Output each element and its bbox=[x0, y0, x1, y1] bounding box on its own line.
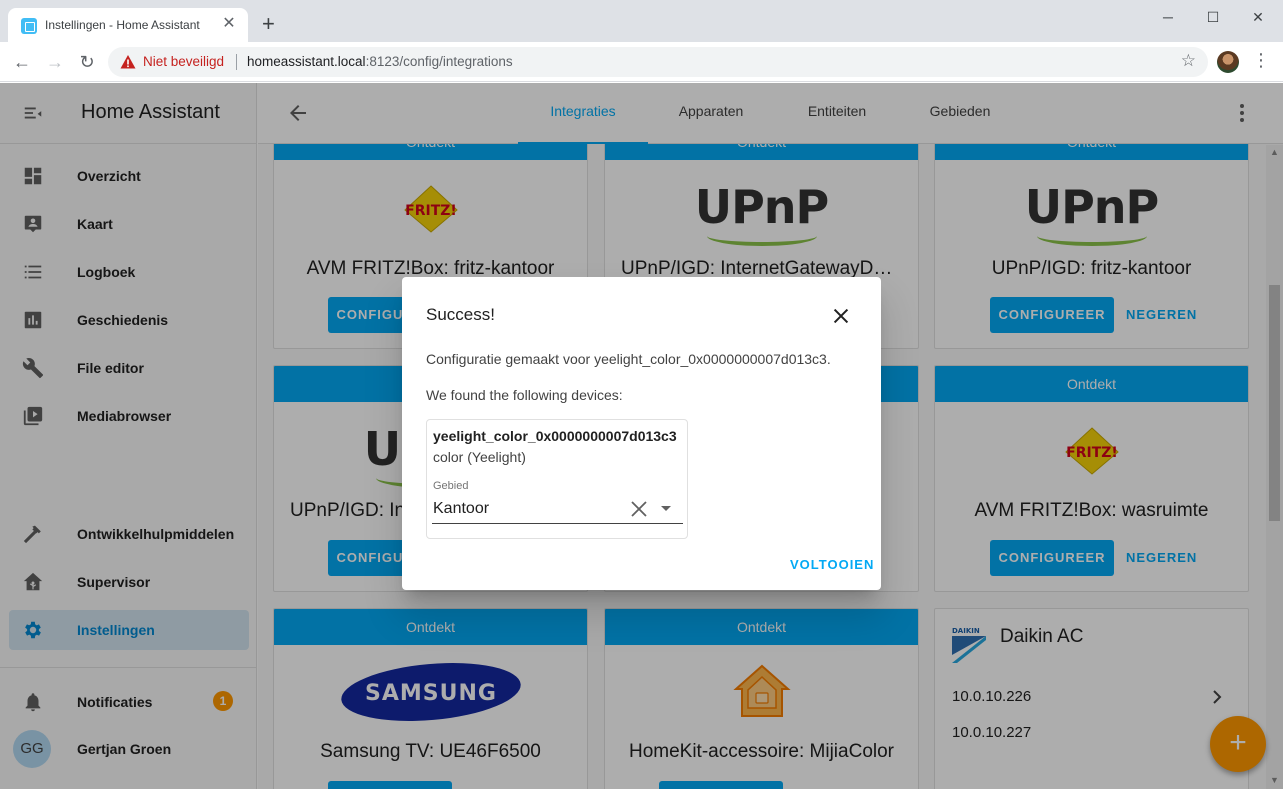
clear-icon[interactable] bbox=[630, 500, 648, 518]
forward-arrow-icon[interactable]: → bbox=[43, 50, 67, 74]
tab-title: Instellingen - Home Assistant bbox=[45, 18, 200, 32]
url-host: homeassistant.local bbox=[247, 54, 366, 69]
area-select[interactable]: Kantoor bbox=[433, 500, 489, 518]
warning-icon bbox=[120, 55, 136, 69]
area-label: Gebied bbox=[433, 480, 469, 492]
address-bar: ← → ↻ Niet beveiligd homeassistant.local… bbox=[0, 42, 1283, 82]
finish-button[interactable]: VOLTOOIEN bbox=[790, 557, 874, 572]
browser-tab[interactable]: Instellingen - Home Assistant ✕ bbox=[8, 8, 248, 42]
dialog-title: Success! bbox=[426, 305, 495, 324]
window-close-button[interactable]: ✕ bbox=[1235, 4, 1281, 30]
home-assistant-favicon-icon bbox=[21, 18, 37, 34]
dropdown-arrow-icon[interactable] bbox=[661, 506, 671, 511]
success-dialog: Success! Configuratie gemaakt voor yeeli… bbox=[402, 277, 881, 590]
profile-avatar[interactable] bbox=[1217, 51, 1239, 73]
omnibox-divider bbox=[236, 54, 237, 70]
dialog-message: Configuratie gemaakt voor yeelight_color… bbox=[426, 351, 831, 367]
device-name: yeelight_color_0x0000000007d013c3 bbox=[433, 428, 677, 444]
security-label[interactable]: Niet beveiligd bbox=[143, 54, 224, 69]
device-card: yeelight_color_0x0000000007d013c3 color … bbox=[426, 419, 688, 539]
tab-close-icon[interactable]: ✕ bbox=[220, 15, 238, 33]
url-path: :8123/config/integrations bbox=[365, 54, 513, 69]
url-field[interactable]: Niet beveiligd homeassistant.local:8123/… bbox=[108, 47, 1208, 77]
browser-titlebar: Instellingen - Home Assistant ✕ + ─ ☐ ✕ bbox=[0, 0, 1283, 42]
area-underline bbox=[432, 523, 683, 524]
back-arrow-icon[interactable]: ← bbox=[10, 50, 34, 74]
dialog-found-text: We found the following devices: bbox=[426, 387, 623, 403]
url-text[interactable]: homeassistant.local:8123/config/integrat… bbox=[247, 54, 513, 69]
bookmark-star-icon[interactable]: ☆ bbox=[1181, 51, 1196, 71]
browser-menu-icon[interactable]: ⋮ bbox=[1252, 50, 1270, 71]
new-tab-button[interactable]: + bbox=[262, 13, 275, 35]
reload-icon[interactable]: ↻ bbox=[75, 50, 99, 74]
close-icon[interactable] bbox=[830, 305, 852, 327]
minimize-button[interactable]: ─ bbox=[1145, 4, 1191, 30]
device-model: color (Yeelight) bbox=[433, 449, 526, 465]
maximize-button[interactable]: ☐ bbox=[1190, 4, 1236, 30]
